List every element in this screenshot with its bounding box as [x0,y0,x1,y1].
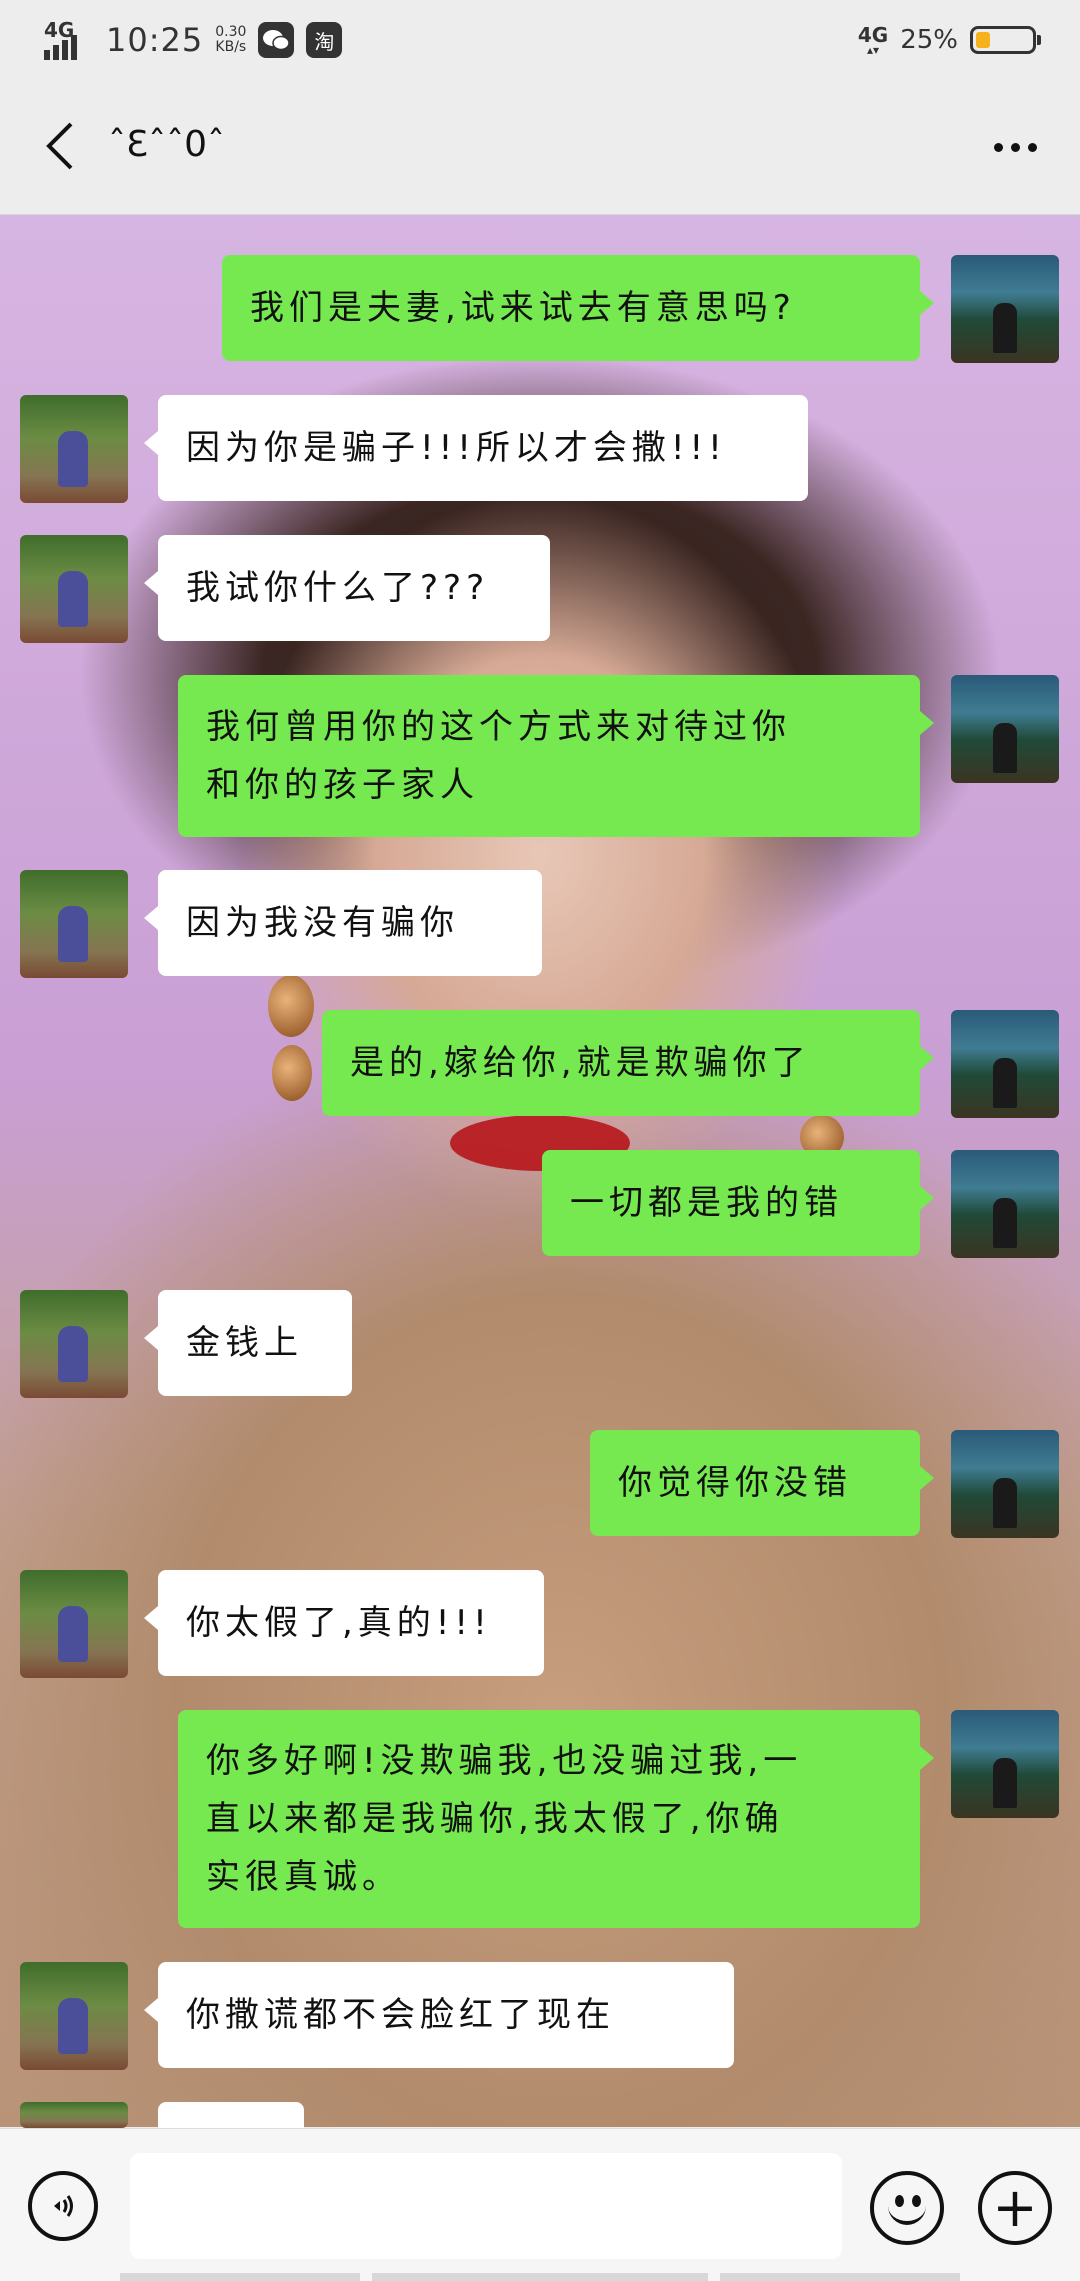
contact-avatar[interactable] [20,1290,128,1398]
input-bar: + [0,2128,1080,2281]
message-text: 因为你是骗子!!!所以才会撒!!! [186,428,727,468]
message-bubble[interactable]: 你觉得你没错 [590,1430,934,1536]
my-avatar[interactable] [951,1430,1059,1538]
contact-avatar[interactable] [20,1570,128,1678]
message-bubble[interactable]: 我试你什么了??? [144,535,550,641]
message-text: 我们是夫妻,试来试去有意思吗? [250,288,796,328]
message-bubble[interactable] [144,2102,304,2162]
contact-avatar[interactable] [20,395,128,503]
message-text: 你太假了,真的!!! [186,1603,492,1643]
status-bar: 4G 10:25 0.30 KB/s 淘 4G ▴▾ 25% [0,0,1080,80]
taobao-icon: 淘 [306,22,343,58]
network-4g-icon: 4G ▴▾ [857,23,889,57]
emoji-button[interactable] [870,2171,944,2245]
message-text: 是的,嫁给你,就是欺骗你了 [350,1043,811,1083]
message-line: 直以来都是我骗你,我太假了,你确 [206,1799,784,1839]
message-bubble[interactable]: 我何曾用你的这个方式来对待过你 和你的孩子家人 [178,675,934,837]
background-earring [272,1045,312,1101]
status-left: 4G 10:25 0.30 KB/s 淘 [44,18,343,62]
message-bubble[interactable]: 你多好啊!没欺骗我,也没骗过我,一 直以来都是我骗你,我太假了,你确 实很真诚。 [178,1710,934,1928]
back-button[interactable] [30,116,90,176]
battery-percent: 25% [900,25,958,55]
more-button[interactable] [980,120,1050,174]
chat-title: ˆƐˆˆ0ˆ [108,124,226,165]
message-bubble[interactable]: 我们是夫妻,试来试去有意思吗? [222,255,934,361]
status-right: 4G ▴▾ 25% [857,18,1041,62]
message-text: 我试你什么了??? [186,568,490,608]
my-avatar[interactable] [951,1010,1059,1118]
message-bubble[interactable]: 你撒谎都不会脸红了现在 [144,1962,734,2068]
contact-avatar[interactable] [20,1962,128,2070]
message-line: 你多好啊!没欺骗我,也没骗过我,一 [206,1741,803,1781]
voice-icon [54,2195,73,2217]
message-bubble[interactable]: 一切都是我的错 [542,1150,934,1256]
network-speed: 0.30 KB/s [215,25,246,55]
speed-unit: KB/s [215,39,247,55]
chat-header: ˆƐˆˆ0ˆ [0,80,1080,215]
wechat-icon [258,22,295,58]
message-text: 你撒谎都不会脸红了现在 [186,1995,615,2035]
message-text: 你觉得你没错 [618,1463,852,1503]
signal-icon: 4G [44,18,94,60]
message-bubble[interactable]: 金钱上 [144,1290,352,1396]
plus-button[interactable]: + [978,2171,1052,2245]
message-line: 实很真诚。 [206,1857,401,1897]
message-bubble[interactable]: 你太假了,真的!!! [144,1570,544,1676]
message-text: 金钱上 [186,1323,303,1363]
status-time: 10:25 [106,21,204,59]
more-dots-icon [993,142,1003,152]
message-text: 我何曾用你的这个方式来对待过你 和你的孩子家人 [206,698,791,814]
message-bubble[interactable]: 因为我没有骗你 [144,870,542,976]
battery-icon [970,26,1041,54]
chevron-left-icon [46,122,73,170]
voice-button[interactable] [28,2171,98,2241]
contact-avatar[interactable] [20,2102,128,2128]
message-text: 因为我没有骗你 [186,903,459,943]
contact-avatar[interactable] [20,535,128,643]
message-bubble[interactable]: 因为你是骗子!!!所以才会撒!!! [144,395,808,501]
message-text: 你多好啊!没欺骗我,也没骗过我,一 直以来都是我骗你,我太假了,你确 实很真诚。 [206,1732,802,1906]
plus-icon: + [992,2176,1038,2239]
message-input[interactable] [130,2153,842,2259]
message-line: 和你的孩子家人 [206,765,479,805]
my-avatar[interactable] [951,255,1059,363]
message-line: 我何曾用你的这个方式来对待过你 [206,707,791,747]
contact-avatar[interactable] [20,870,128,978]
speed-value: 0.30 [215,24,247,40]
my-avatar[interactable] [951,675,1059,783]
background-earring [268,975,314,1037]
message-text: 一切都是我的错 [570,1183,843,1223]
message-bubble[interactable]: 是的,嫁给你,就是欺骗你了 [322,1010,934,1116]
my-avatar[interactable] [951,1150,1059,1258]
my-avatar[interactable] [951,1710,1059,1818]
